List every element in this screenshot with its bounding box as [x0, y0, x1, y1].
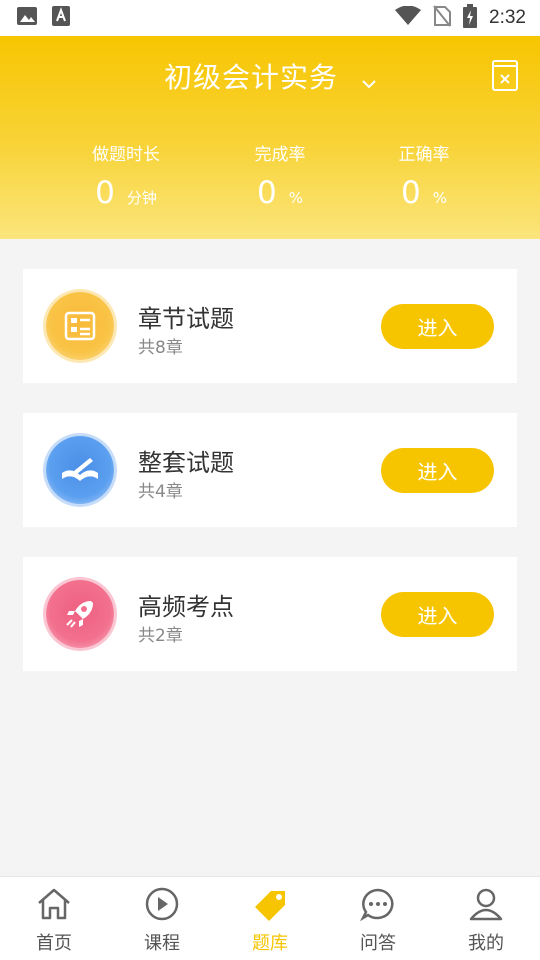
card-chapter-questions[interactable]: 章节试题 共8章 进入: [23, 269, 517, 383]
card-title: 章节试题: [138, 305, 234, 333]
stat-unit: %: [432, 189, 447, 207]
wifi-icon: [395, 5, 422, 30]
card-subtitle: 共4章: [138, 482, 183, 502]
tab-label: 我的: [468, 933, 504, 954]
stat-value: 0: [257, 175, 277, 211]
stat-label: 完成率: [254, 145, 306, 165]
tab-question-bank[interactable]: 题库: [216, 877, 324, 960]
card-title: 整套试题: [138, 449, 234, 477]
font-icon: [52, 6, 70, 30]
open-book-pen-icon: [46, 436, 114, 504]
rocket-icon: [46, 580, 114, 648]
play-icon: [144, 887, 180, 925]
image-icon: [16, 6, 38, 30]
tab-label: 首页: [36, 933, 72, 954]
stat-completion: 完成率 0 %: [232, 140, 328, 211]
chevron-down-icon: [362, 63, 376, 96]
subject-title: 初级会计实务: [164, 61, 339, 94]
header: 初级会计实务 做题时长 0 分钟 完成率 0 % 正确率 0 %: [0, 36, 540, 239]
chapter-list-icon: [46, 292, 114, 360]
status-time: 2:32: [489, 7, 526, 28]
card-full-set-questions[interactable]: 整套试题 共4章 进入: [23, 413, 517, 527]
stat-label: 正确率: [398, 145, 450, 165]
card-subtitle: 共8章: [138, 338, 183, 358]
stat-unit: %: [288, 189, 303, 207]
tab-label: 题库: [252, 933, 288, 954]
bottom-tab-bar: 首页 课程 题库 问答 我的: [0, 876, 540, 960]
status-bar-right: 2:32: [395, 4, 526, 32]
stat-duration: 做题时长 0 分钟: [78, 140, 174, 211]
tab-label: 问答: [360, 933, 396, 954]
status-bar: 2:32: [0, 0, 540, 36]
tab-mine[interactable]: 我的: [432, 877, 540, 960]
enter-button[interactable]: 进入: [381, 304, 494, 349]
stat-label: 做题时长: [92, 145, 160, 165]
tag-icon: [251, 887, 289, 925]
no-sim-icon: [433, 5, 452, 31]
user-icon: [468, 887, 504, 925]
tab-qa[interactable]: 问答: [324, 877, 432, 960]
battery-charging-icon: [463, 4, 478, 32]
tab-label: 课程: [144, 933, 180, 954]
close-book-icon[interactable]: [492, 60, 518, 91]
chat-icon: [359, 887, 396, 925]
stat-value: 0: [401, 175, 421, 211]
stat-unit: 分钟: [126, 189, 157, 207]
tab-home[interactable]: 首页: [0, 877, 108, 960]
enter-button[interactable]: 进入: [381, 448, 494, 493]
subject-selector[interactable]: 初级会计实务: [0, 56, 540, 96]
stat-value: 0: [95, 175, 115, 211]
card-hot-topics[interactable]: 高频考点 共2章 进入: [23, 557, 517, 671]
stat-accuracy: 正确率 0 %: [376, 140, 472, 211]
tab-course[interactable]: 课程: [108, 877, 216, 960]
enter-button[interactable]: 进入: [381, 592, 494, 637]
status-bar-left: [16, 6, 70, 30]
card-subtitle: 共2章: [138, 626, 183, 646]
card-title: 高频考点: [138, 593, 234, 621]
home-icon: [36, 887, 72, 925]
